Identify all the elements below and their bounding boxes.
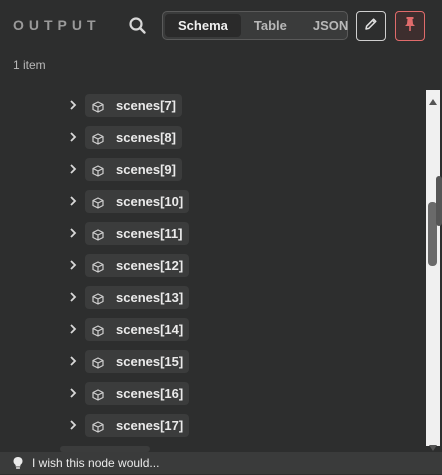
node-label: scenes[8] bbox=[116, 130, 176, 145]
node-label: scenes[7] bbox=[116, 98, 176, 113]
list-item: scenes[12] bbox=[0, 252, 420, 284]
schema-node[interactable]: scenes[14] bbox=[85, 318, 190, 341]
list-item: scenes[10] bbox=[0, 188, 420, 220]
node-label: scenes[11] bbox=[116, 226, 183, 241]
cube-icon bbox=[92, 228, 104, 241]
node-label: scenes[15] bbox=[116, 354, 184, 369]
node-label: scenes[17] bbox=[116, 418, 184, 433]
cube-icon bbox=[92, 164, 104, 177]
node-label: scenes[16] bbox=[116, 386, 184, 401]
list-item: scenes[13] bbox=[0, 284, 420, 316]
chevron-right-icon[interactable] bbox=[67, 290, 79, 302]
feedback-bar[interactable]: I wish this node would... bbox=[0, 452, 442, 474]
chevron-right-icon[interactable] bbox=[67, 162, 79, 174]
chevron-right-icon[interactable] bbox=[67, 258, 79, 270]
chevron-right-icon[interactable] bbox=[67, 226, 79, 238]
scroll-up-arrow-icon[interactable] bbox=[429, 92, 437, 105]
cube-icon bbox=[92, 132, 104, 145]
view-switcher: Schema Table JSON bbox=[162, 11, 348, 40]
schema-node[interactable]: scenes[12] bbox=[85, 254, 190, 277]
chevron-right-icon[interactable] bbox=[67, 418, 79, 430]
tab-json[interactable]: JSON bbox=[300, 14, 361, 37]
schema-node[interactable]: scenes[17] bbox=[85, 414, 190, 437]
item-count: 1 item bbox=[13, 58, 46, 72]
chevron-right-icon[interactable] bbox=[67, 130, 79, 142]
panel-title: OUTPUT bbox=[13, 17, 101, 33]
schema-node[interactable]: scenes[9] bbox=[85, 158, 182, 181]
schema-node[interactable]: scenes[11] bbox=[85, 222, 189, 245]
tab-schema[interactable]: Schema bbox=[165, 14, 241, 37]
chevron-right-icon[interactable] bbox=[67, 194, 79, 206]
schema-node[interactable]: scenes[15] bbox=[85, 350, 190, 373]
cube-icon bbox=[92, 420, 104, 433]
cube-icon bbox=[92, 100, 104, 113]
pin-button[interactable] bbox=[395, 11, 425, 41]
node-label: scenes[9] bbox=[116, 162, 176, 177]
cube-icon bbox=[92, 356, 104, 369]
schema-tree: scenes[7] scenes[8] scenes[9] scenes[10]… bbox=[0, 90, 426, 446]
feedback-text[interactable]: I wish this node would... bbox=[32, 456, 159, 470]
cube-icon bbox=[92, 292, 104, 305]
output-header: OUTPUT Schema Table JSON bbox=[0, 0, 442, 52]
scroll-down-arrow-icon[interactable] bbox=[429, 438, 437, 451]
list-item: scenes[9] bbox=[0, 156, 420, 188]
pencil-icon bbox=[364, 17, 378, 36]
schema-node[interactable]: scenes[16] bbox=[85, 382, 190, 405]
list-item: scenes[8] bbox=[0, 124, 420, 156]
cube-icon bbox=[92, 324, 104, 337]
cube-icon bbox=[92, 196, 104, 209]
chevron-right-icon[interactable] bbox=[67, 322, 79, 334]
vertical-scrollbar[interactable] bbox=[426, 90, 440, 451]
chevron-right-icon[interactable] bbox=[67, 354, 79, 366]
chevron-right-icon[interactable] bbox=[67, 98, 79, 110]
cube-icon bbox=[92, 388, 104, 401]
search-icon[interactable] bbox=[128, 16, 148, 36]
panel-resize-handle[interactable] bbox=[436, 176, 442, 226]
edit-button[interactable] bbox=[356, 11, 386, 41]
node-label: scenes[14] bbox=[116, 322, 184, 337]
list-item: scenes[11] bbox=[0, 220, 420, 252]
chevron-right-icon[interactable] bbox=[67, 386, 79, 398]
list-item: scenes[14] bbox=[0, 316, 420, 348]
cube-icon bbox=[92, 260, 104, 273]
list-item: scenes[16] bbox=[0, 380, 420, 412]
lightbulb-icon bbox=[12, 456, 24, 470]
schema-node[interactable]: scenes[8] bbox=[85, 126, 182, 149]
pin-icon bbox=[403, 16, 417, 37]
list-item: scenes[17] bbox=[0, 412, 420, 444]
schema-node[interactable]: scenes[10] bbox=[85, 190, 190, 213]
node-label: scenes[13] bbox=[116, 290, 184, 305]
node-label: scenes[12] bbox=[116, 258, 184, 273]
node-label: scenes[10] bbox=[116, 194, 184, 209]
schema-node[interactable]: scenes[7] bbox=[85, 94, 182, 117]
schema-node[interactable]: scenes[13] bbox=[85, 286, 190, 309]
list-item: scenes[15] bbox=[0, 348, 420, 380]
tab-table[interactable]: Table bbox=[241, 14, 300, 37]
list-item: scenes[7] bbox=[0, 92, 420, 124]
